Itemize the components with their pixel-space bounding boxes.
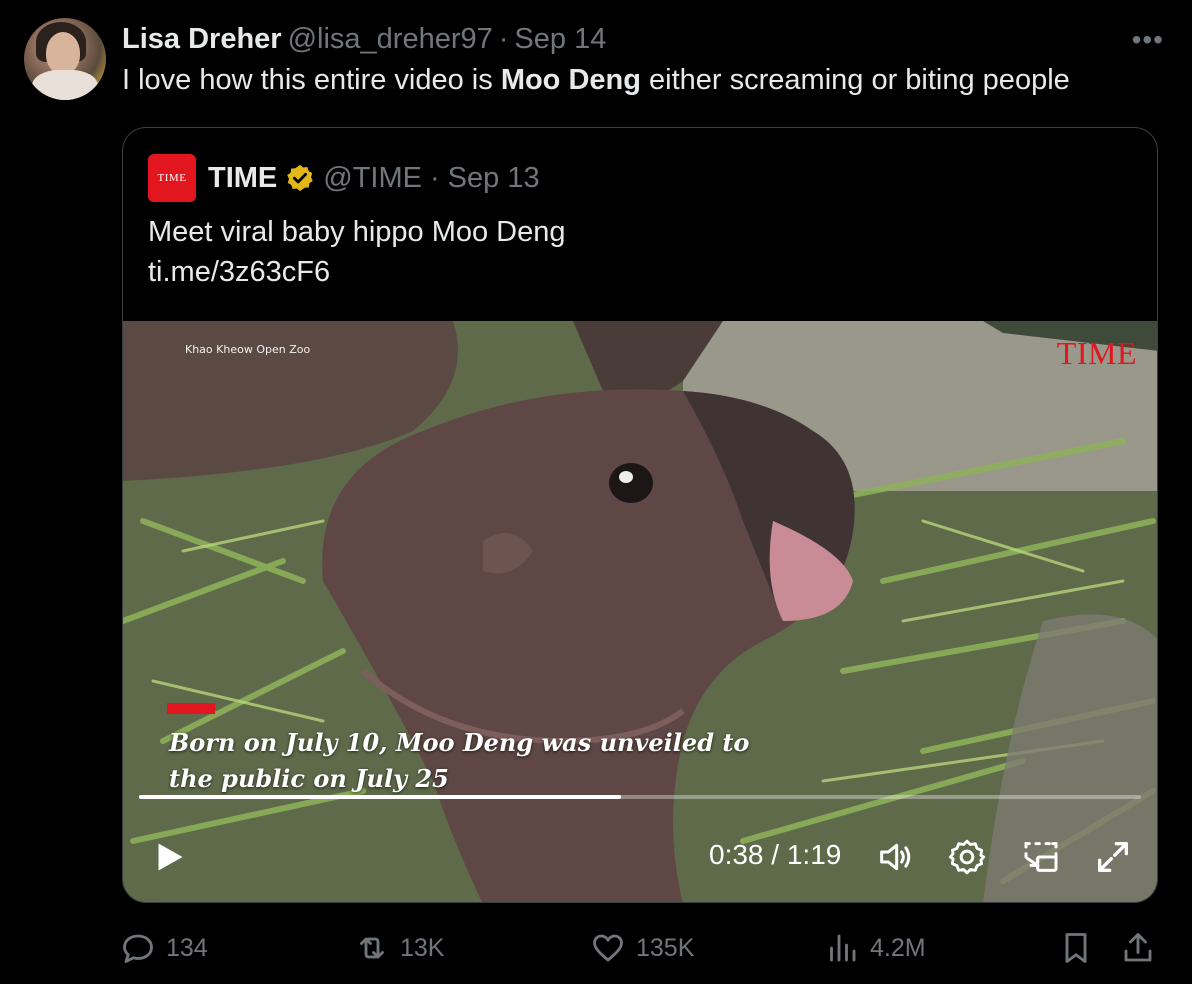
views-icon (830, 934, 856, 962)
retweet-count: 13K (400, 933, 445, 962)
volume-icon[interactable] (875, 837, 915, 877)
heart-icon (593, 934, 623, 962)
like-button[interactable]: 135K (590, 924, 694, 972)
video-progress-fill (139, 795, 621, 799)
settings-icon[interactable] (947, 837, 987, 877)
retweet-button[interactable]: 13K (354, 924, 444, 972)
tweet-date[interactable]: Sep 14 (514, 23, 606, 56)
reply-icon (123, 934, 153, 963)
caption-line-2: the public on July 25 (169, 764, 449, 793)
play-icon[interactable] (151, 839, 187, 875)
tweet-header: Lisa Dreher @lisa_dreher97 · Sep 14 (122, 22, 606, 56)
video-caption: Born on July 10, Moo Deng was unveiled t… (169, 725, 889, 797)
action-bar: 134 13K 135K 4.2M (0, 924, 1192, 972)
quoted-author-handle[interactable]: @TIME (323, 162, 422, 195)
like-count: 135K (636, 933, 695, 962)
quoted-tweet[interactable]: TIME TIME @TIME · Sep 13 Meet viral baby… (122, 127, 1158, 903)
quoted-separator: · (430, 161, 440, 194)
current-time: 0:38 (709, 839, 764, 870)
quoted-author-name[interactable]: TIME (208, 162, 277, 195)
retweet-icon (360, 937, 384, 959)
author-handle[interactable]: @lisa_dreher97 (288, 23, 493, 56)
author-name[interactable]: Lisa Dreher (122, 23, 282, 56)
share-button[interactable] (1120, 924, 1156, 972)
avatar-body (32, 70, 98, 100)
verified-badge-icon (287, 164, 314, 192)
tweet-text-after: either screaming or biting people (640, 64, 1070, 96)
video-source-label: Khao Kheow Open Zoo (185, 343, 311, 356)
avatar[interactable] (24, 18, 106, 100)
video-timecode: 0:38 / 1:19 (709, 839, 841, 871)
tweet-text-bold: Moo Deng (500, 64, 641, 96)
video-progress-bar[interactable] (139, 795, 1141, 799)
duration: 1:19 (786, 839, 842, 870)
video-player[interactable]: Khao Kheow Open Zoo TIME Born on July 10… (123, 321, 1157, 902)
quoted-text-block: Meet viral baby hippo Moo Deng ti.me/3z6… (148, 212, 566, 292)
fullscreen-icon[interactable] (1093, 837, 1133, 877)
bookmark-icon (1065, 933, 1087, 963)
avatar-face (46, 32, 80, 74)
pip-icon[interactable] (1021, 837, 1061, 877)
quoted-header: TIME TIME @TIME · Sep 13 (148, 154, 540, 202)
bookmark-button[interactable] (1058, 924, 1094, 972)
header-separator: · (498, 22, 509, 55)
tweet-text-before: I love how this entire video is (122, 64, 501, 96)
share-icon (1124, 933, 1152, 962)
caption-accent-bar (167, 703, 215, 714)
reply-button[interactable]: 134 (120, 924, 208, 972)
view-count: 4.2M (870, 933, 926, 962)
quoted-link[interactable]: ti.me/3z63cF6 (148, 252, 566, 292)
tweet-text: I love how this entire video is Moo Deng… (122, 64, 1070, 97)
time-separator: / (763, 839, 787, 870)
quoted-date[interactable]: Sep 13 (448, 162, 540, 195)
video-frame (123, 321, 1157, 902)
more-options-icon[interactable]: ••• (1132, 24, 1164, 56)
caption-line-1: Born on July 10, Moo Deng was unveiled t… (169, 728, 750, 757)
time-watermark: TIME (1056, 335, 1137, 371)
reply-count: 134 (166, 933, 208, 962)
quoted-text: Meet viral baby hippo Moo Deng (148, 216, 566, 248)
views-button[interactable]: 4.2M (824, 924, 926, 972)
time-logo[interactable]: TIME (148, 154, 196, 202)
